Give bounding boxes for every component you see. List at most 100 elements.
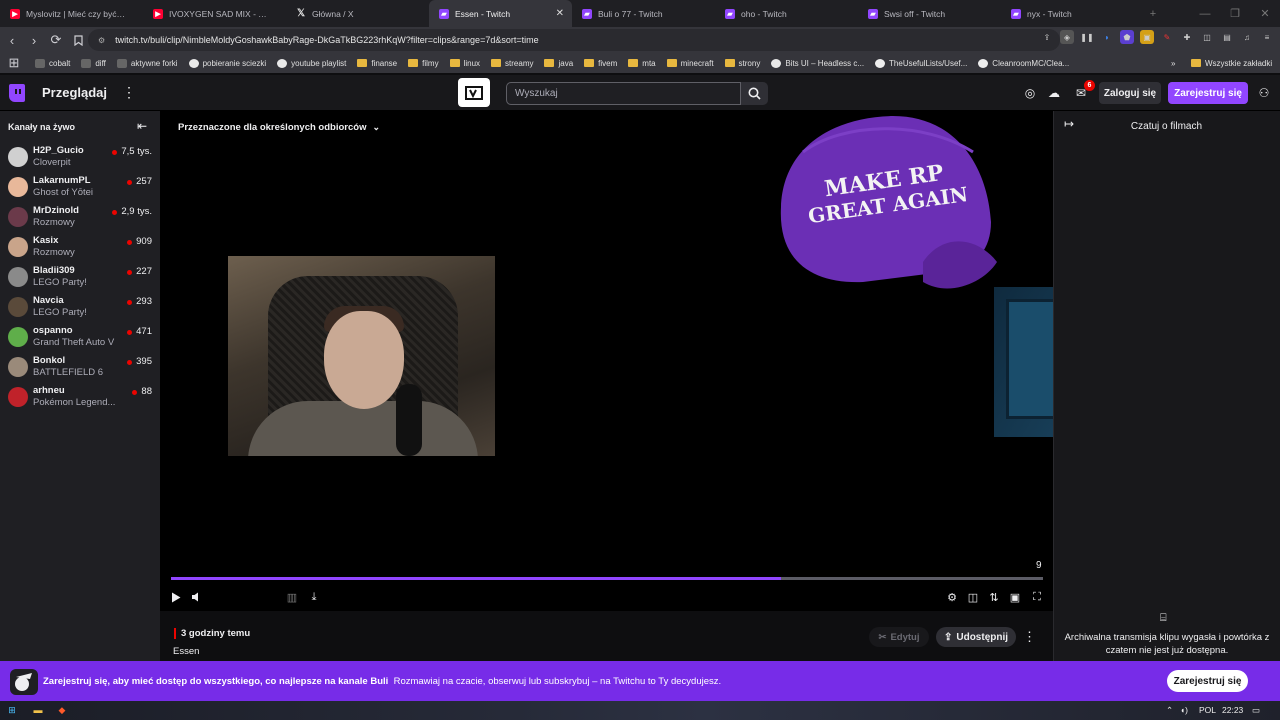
- tray-chevron-icon[interactable]: ⌃: [1166, 705, 1173, 716]
- maximize-icon[interactable]: ❐: [1220, 0, 1250, 27]
- volume-tray-icon[interactable]: ◖): [1180, 705, 1188, 715]
- bookmark-page-icon[interactable]: [68, 30, 88, 50]
- menu-icon[interactable]: ≡: [1260, 30, 1274, 44]
- share-page-icon[interactable]: ⇪: [1040, 30, 1054, 44]
- clip-title[interactable]: Essen: [173, 646, 199, 657]
- sidebar-channel-item[interactable]: LakarnumPL Ghost of Yōtei 257: [0, 173, 160, 203]
- brave-shield-icon[interactable]: ◈: [1060, 30, 1074, 44]
- cc-icon[interactable]: ▥: [284, 589, 300, 605]
- channel-logo[interactable]: [458, 78, 490, 107]
- brave-browser-icon[interactable]: ◆: [56, 704, 68, 716]
- site-info-icon[interactable]: ⚙: [98, 36, 105, 45]
- sidebar-channel-item[interactable]: H2P_Gucio Cloverpit 7,5 tys.: [0, 143, 160, 173]
- browser-tab[interactable]: ▶ IVOXYGEN SAD MIX - YouTube: [143, 0, 286, 27]
- browser-tab[interactable]: ▰ Buli o 77 - Twitch: [572, 0, 715, 27]
- login-button[interactable]: Zaloguj się: [1099, 82, 1161, 104]
- sidebar-channel-item[interactable]: ospanno Grand Theft Auto V 471: [0, 323, 160, 353]
- bookmark-item[interactable]: Bits UI – Headless c...: [771, 58, 864, 68]
- bookmark-item[interactable]: streamy: [491, 59, 533, 68]
- bookmark-item[interactable]: linux: [449, 59, 480, 68]
- signup-button[interactable]: Zarejestruj się: [1168, 82, 1248, 104]
- bookmark-item[interactable]: pobieranie sciezki: [188, 58, 266, 68]
- wallet-icon[interactable]: ▤: [1220, 30, 1234, 44]
- forward-icon[interactable]: ›: [24, 30, 44, 50]
- media-icon[interactable]: ♫: [1240, 30, 1254, 44]
- bookmark-item[interactable]: java: [544, 59, 573, 68]
- apps-grid-icon[interactable]: ⊞: [4, 53, 24, 73]
- minimize-icon[interactable]: —: [1190, 0, 1220, 27]
- channel-category: Pokémon Legend...: [33, 397, 116, 408]
- bookmark-item[interactable]: mta: [628, 59, 656, 68]
- all-bookmarks-folder[interactable]: Wszystkie zakładki: [1191, 59, 1272, 68]
- sidebar-channel-item[interactable]: Bonkol BATTLEFIELD 6 395: [0, 353, 160, 383]
- audio-extension-icon[interactable]: ◗: [1100, 30, 1114, 44]
- clip-more-icon[interactable]: ⋮: [1023, 629, 1036, 645]
- download-icon[interactable]: ⤓: [306, 589, 322, 605]
- browse-link[interactable]: Przeglądaj: [42, 85, 107, 100]
- browser-tab[interactable]: ▰ nyx - Twitch: [1001, 0, 1144, 27]
- notifications-tray-icon[interactable]: ▭: [1252, 705, 1260, 716]
- close-window-icon[interactable]: ✕: [1250, 0, 1280, 27]
- bookmark-item[interactable]: aktywne forki: [116, 58, 178, 68]
- new-tab-button[interactable]: +: [1138, 0, 1168, 27]
- clock[interactable]: 22:23: [1222, 705, 1243, 715]
- bookmark-item[interactable]: filmy: [408, 59, 439, 68]
- more-options-icon[interactable]: ⋮: [122, 84, 136, 101]
- bookmark-item[interactable]: youtube playlist: [277, 58, 346, 68]
- bookmarks-more-button[interactable]: »: [1171, 59, 1175, 68]
- seek-bar[interactable]: [171, 577, 1043, 580]
- pause-icon[interactable]: ❚❚: [1080, 30, 1094, 44]
- twitch-extension-icon[interactable]: ⬟: [1120, 30, 1134, 44]
- twitch-logo-icon[interactable]: [9, 84, 25, 102]
- volume-icon[interactable]: [188, 589, 204, 605]
- avatar: [8, 357, 28, 377]
- bookmark-item[interactable]: TheUsefulLists/Usef...: [875, 58, 967, 68]
- clip-icon[interactable]: ⇅: [986, 589, 1002, 605]
- url-text[interactable]: twitch.tv/buli/clip/NimbleMoldyGoshawkBa…: [115, 35, 538, 45]
- settings-icon[interactable]: ⚙: [944, 589, 960, 605]
- sidebar-channel-item[interactable]: Navcia LEGO Party! 293: [0, 293, 160, 323]
- browser-tab[interactable]: ▰ Swsi off - Twitch: [858, 0, 1001, 27]
- search-button[interactable]: [741, 82, 768, 105]
- banner-signup-button[interactable]: Zarejestruj się: [1167, 670, 1248, 692]
- puzzle-icon[interactable]: ✚: [1180, 30, 1194, 44]
- audience-warning[interactable]: Przeznaczone dla określonych odbiorców ⌄: [178, 122, 380, 133]
- back-icon[interactable]: ‹: [2, 30, 22, 50]
- user-icon[interactable]: ⚇: [1256, 85, 1272, 101]
- crown-icon[interactable]: ☁: [1046, 85, 1062, 101]
- browser-tab[interactable]: ▰ oho - Twitch: [715, 0, 858, 27]
- activity-icon[interactable]: ◎: [1022, 85, 1038, 101]
- picture-in-picture-icon[interactable]: ▣: [1007, 589, 1023, 605]
- sidebar-toggle-icon[interactable]: ◫: [1200, 30, 1214, 44]
- keyboard-language[interactable]: POL: [1199, 705, 1216, 715]
- bookmark-item[interactable]: finanse: [357, 59, 397, 68]
- browser-tab[interactable]: ▰ Essen - Twitch ✕: [429, 0, 572, 27]
- bookmark-item[interactable]: diff: [81, 58, 106, 68]
- search-input[interactable]: Wyszukaj: [506, 82, 741, 105]
- sidebar-channel-item[interactable]: MrDzinold Rozmowy 2,9 tys.: [0, 203, 160, 233]
- theatre-mode-icon[interactable]: ◫: [965, 589, 981, 605]
- windows-start-icon[interactable]: ⊞: [6, 704, 18, 716]
- bookmark-item[interactable]: CleanroomMC/Clea...: [978, 58, 1069, 68]
- fullscreen-icon[interactable]: ⛶: [1029, 589, 1045, 605]
- bookmark-label: minecraft: [680, 58, 714, 68]
- sidebar-channel-item[interactable]: arhneu Pokémon Legend... 88: [0, 383, 160, 413]
- browser-tab[interactable]: 𝕏 Główna / X: [286, 0, 429, 27]
- reload-icon[interactable]: ⟳: [46, 30, 66, 50]
- sidebar-channel-item[interactable]: Kasix Rozmowy 909: [0, 233, 160, 263]
- file-explorer-icon[interactable]: ▬: [32, 704, 44, 716]
- bookmark-item[interactable]: fivem: [584, 59, 617, 68]
- play-icon[interactable]: [168, 589, 184, 605]
- bookmark-item[interactable]: minecraft: [666, 58, 714, 68]
- bookmark-item[interactable]: strony: [724, 59, 760, 68]
- edit-button[interactable]: ✂ Edytuj: [869, 627, 929, 647]
- url-field[interactable]: ⚙ twitch.tv/buli/clip/NimbleMoldyGoshawk…: [88, 29, 1060, 51]
- collapse-sidebar-icon[interactable]: ⇤: [137, 119, 147, 133]
- share-button[interactable]: ⇪ Udostępnij: [936, 627, 1016, 647]
- browser-tab[interactable]: ▶ Myslovitz | Mieć czy być - You: [0, 0, 143, 27]
- close-tab-icon[interactable]: ✕: [556, 8, 564, 19]
- wallet-extension-icon[interactable]: ▣: [1140, 30, 1154, 44]
- bookmark-item[interactable]: cobalt: [35, 58, 70, 68]
- sidebar-channel-item[interactable]: Bladii309 LEGO Party! 227: [0, 263, 160, 293]
- pen-extension-icon[interactable]: ✎: [1160, 30, 1174, 44]
